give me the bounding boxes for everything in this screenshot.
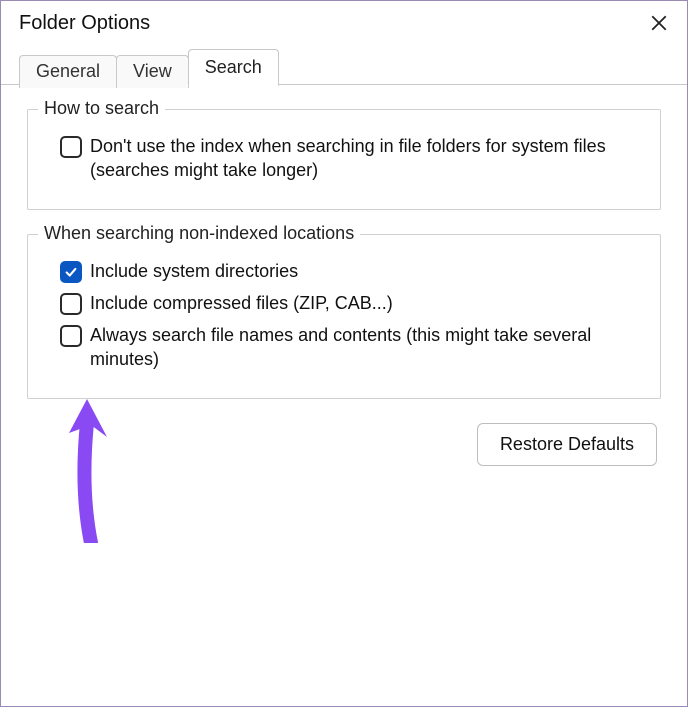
checkmark-icon xyxy=(64,265,78,279)
titlebar: Folder Options xyxy=(1,1,687,47)
group-title-how-to-search: How to search xyxy=(38,98,165,119)
group-title-non-indexed: When searching non-indexed locations xyxy=(38,223,360,244)
option-search-contents[interactable]: Always search file names and contents (t… xyxy=(60,323,644,372)
label-dont-use-index: Don't use the index when searching in fi… xyxy=(90,134,644,183)
tab-content: How to search Don't use the index when s… xyxy=(1,85,687,466)
dialog-title: Folder Options xyxy=(19,12,150,35)
option-include-compressed[interactable]: Include compressed files (ZIP, CAB...) xyxy=(60,291,644,315)
checkbox-dont-use-index[interactable] xyxy=(60,136,82,158)
label-include-compressed: Include compressed files (ZIP, CAB...) xyxy=(90,291,393,315)
label-include-system-dirs: Include system directories xyxy=(90,259,298,283)
checkbox-search-contents[interactable] xyxy=(60,325,82,347)
restore-row: Restore Defaults xyxy=(27,423,661,466)
group-how-to-search: How to search Don't use the index when s… xyxy=(27,109,661,210)
option-dont-use-index[interactable]: Don't use the index when searching in fi… xyxy=(60,134,644,183)
option-include-system-dirs[interactable]: Include system directories xyxy=(60,259,644,283)
tab-search[interactable]: Search xyxy=(188,49,279,86)
tab-general[interactable]: General xyxy=(19,55,117,88)
restore-defaults-button[interactable]: Restore Defaults xyxy=(477,423,657,466)
tab-view[interactable]: View xyxy=(116,55,189,88)
folder-options-dialog: Folder Options General View Search How t… xyxy=(0,0,688,707)
tab-strip: General View Search xyxy=(1,47,687,85)
close-button[interactable] xyxy=(645,9,673,37)
checkbox-include-compressed[interactable] xyxy=(60,293,82,315)
label-search-contents: Always search file names and contents (t… xyxy=(90,323,644,372)
checkbox-include-system-dirs[interactable] xyxy=(60,261,82,283)
group-non-indexed: When searching non-indexed locations Inc… xyxy=(27,234,661,399)
close-icon xyxy=(650,14,668,32)
